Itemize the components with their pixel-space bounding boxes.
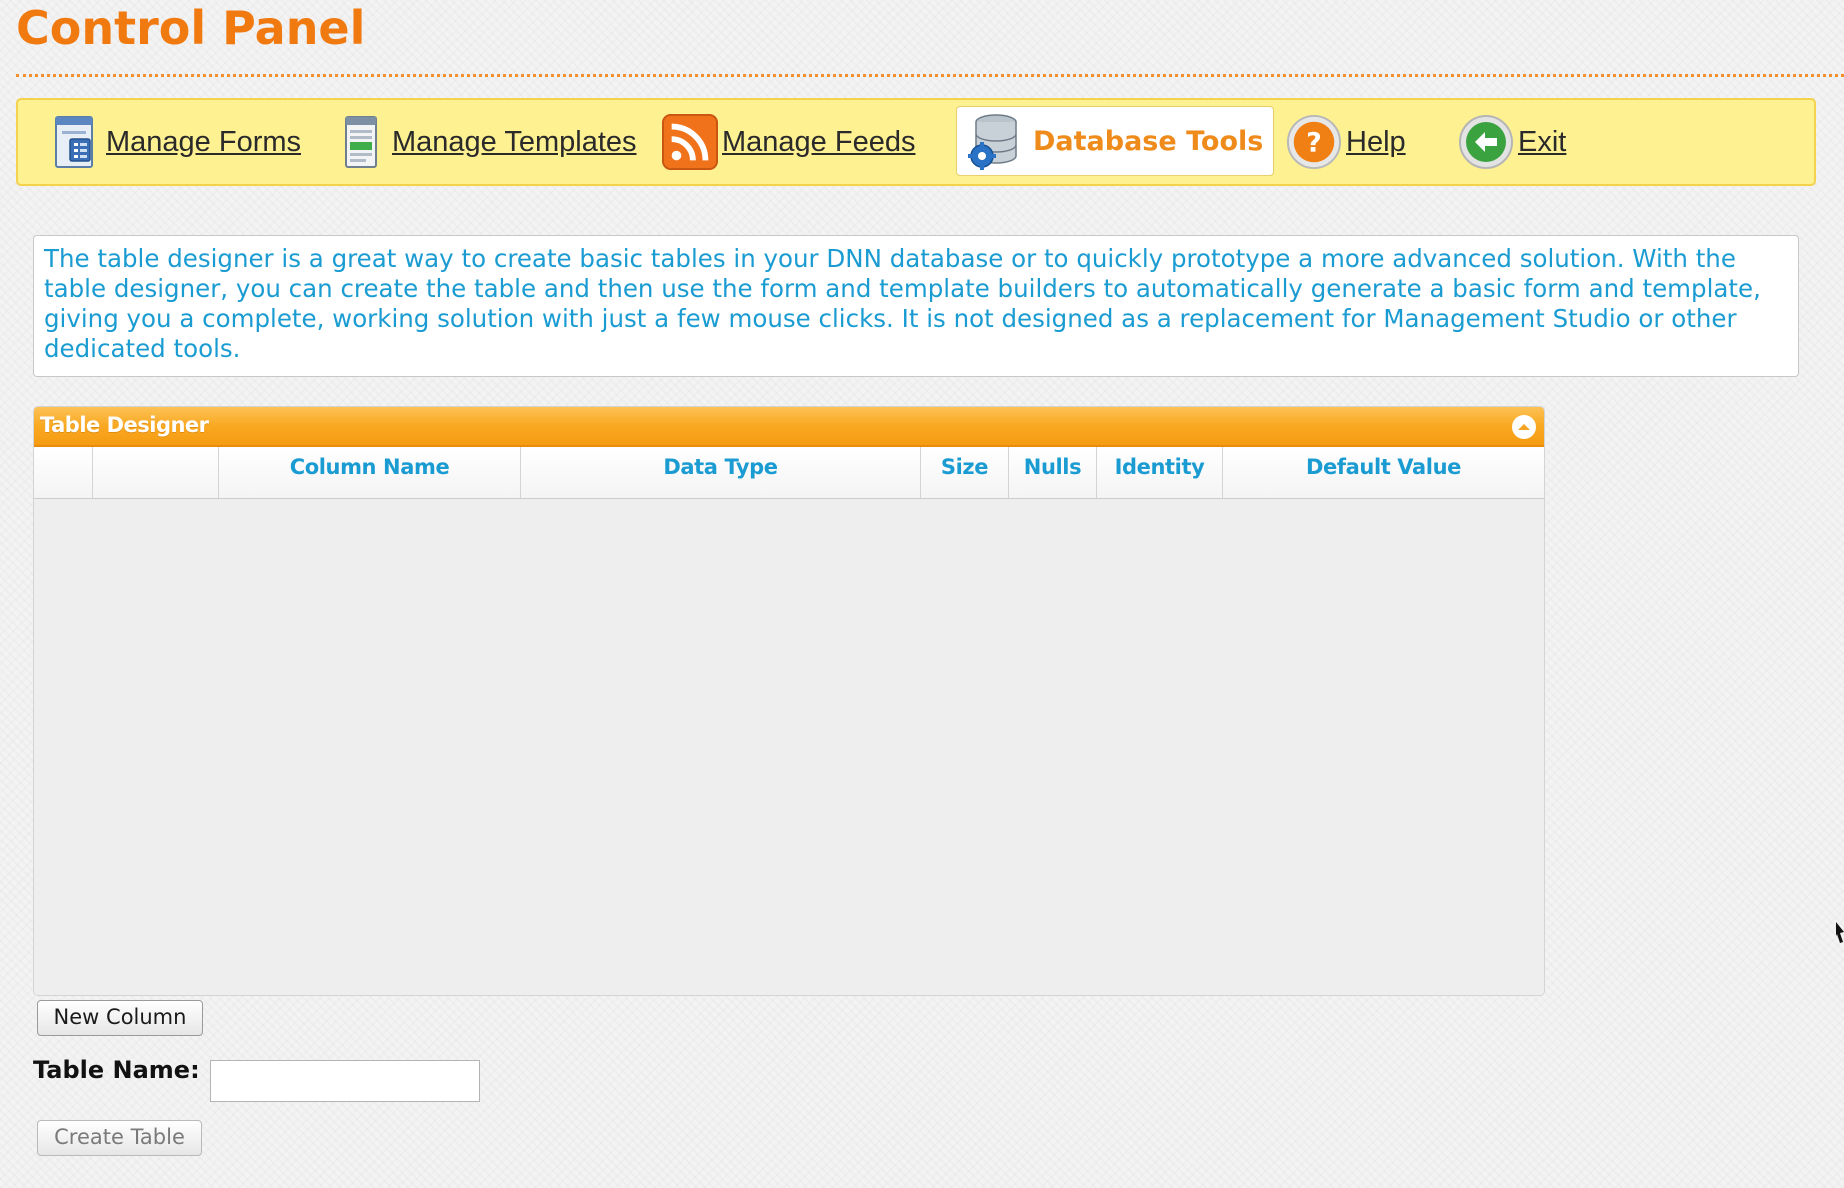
toolbar-item-label: Help bbox=[1346, 125, 1406, 158]
column-header-size: Size bbox=[921, 447, 1009, 498]
new-column-button[interactable]: New Column bbox=[37, 1000, 203, 1036]
exit-icon bbox=[1458, 112, 1514, 172]
table-designer-header: Table Designer bbox=[34, 407, 1544, 447]
create-table-button[interactable]: Create Table bbox=[37, 1120, 202, 1156]
toolbar-item-label: Manage Templates bbox=[392, 125, 637, 158]
toolbar-item-exit[interactable]: Exit bbox=[1458, 110, 1566, 174]
table-name-input[interactable] bbox=[210, 1060, 480, 1102]
toolbar-item-label: Database Tools bbox=[1033, 125, 1264, 157]
page-title: Control Panel bbox=[16, 1, 366, 55]
table-designer-title: Table Designer bbox=[40, 413, 209, 437]
template-icon bbox=[332, 112, 388, 172]
toolbar-item-manage-feeds[interactable]: Manage Feeds bbox=[662, 110, 915, 174]
table-column-headers: Column Name Data Type Size Nulls Identit… bbox=[34, 447, 1544, 499]
toolbar-item-manage-forms[interactable]: Manage Forms bbox=[46, 110, 301, 174]
form-icon bbox=[46, 112, 102, 172]
column-header-default-value: Default Value bbox=[1306, 455, 1461, 479]
toolbar-item-help[interactable]: ? Help bbox=[1286, 110, 1406, 174]
toolbar-item-label: Manage Forms bbox=[106, 125, 302, 158]
collapse-button[interactable] bbox=[1512, 415, 1536, 439]
chevron-up-icon bbox=[1518, 424, 1530, 430]
table-designer-grid-body bbox=[34, 499, 1544, 995]
toolbar-item-label: Exit bbox=[1518, 125, 1567, 158]
rss-icon bbox=[662, 112, 718, 172]
column-header-identity: Identity bbox=[1097, 447, 1223, 498]
info-description: The table designer is a great way to cre… bbox=[33, 235, 1799, 377]
help-icon: ? bbox=[1286, 112, 1342, 172]
database-icon bbox=[965, 111, 1021, 171]
toolbar-item-database-tools[interactable]: Database Tools bbox=[956, 106, 1274, 176]
svg-text:?: ? bbox=[1306, 128, 1322, 159]
table-name-label: Table Name: bbox=[33, 1056, 200, 1084]
mouse-cursor-icon bbox=[1836, 922, 1844, 943]
column-header-column-name: Column Name bbox=[219, 447, 521, 498]
table-designer-panel: Table Designer Column Name Data Type Siz… bbox=[33, 406, 1545, 996]
column-header-actions bbox=[93, 447, 219, 498]
column-header-data-type: Data Type bbox=[521, 447, 921, 498]
toolbar-item-manage-templates[interactable]: Manage Templates bbox=[332, 110, 637, 174]
toolbar-item-label: Manage Feeds bbox=[722, 125, 916, 158]
column-header-nulls: Nulls bbox=[1009, 447, 1097, 498]
title-divider bbox=[16, 74, 1844, 77]
column-header-select bbox=[34, 447, 93, 498]
control-panel-toolbar: Manage Forms Manage Templates Manage Fee… bbox=[16, 98, 1816, 186]
